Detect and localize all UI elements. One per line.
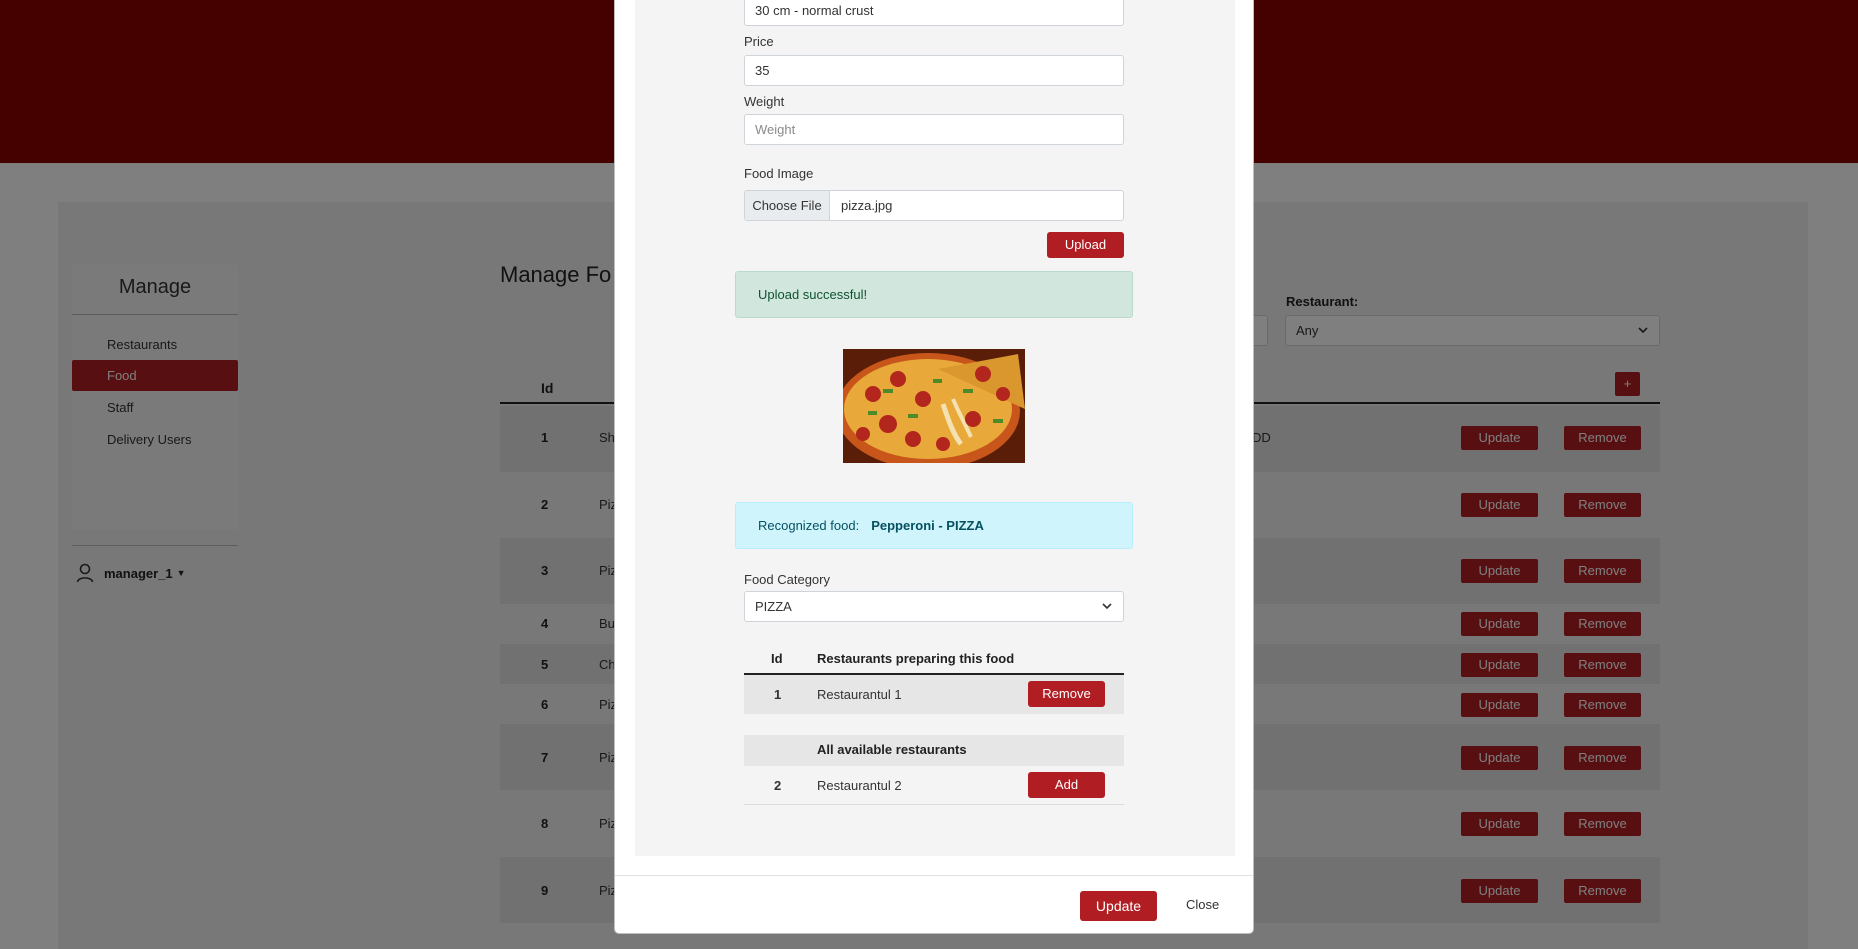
chevron-down-icon: [1102, 603, 1112, 610]
edit-food-modal: 30 cm - normal crust Price 35 Weight Wei…: [614, 0, 1254, 934]
available-restaurants-header: All available restaurants: [744, 735, 1124, 766]
add-restaurant-button[interactable]: Add: [1028, 772, 1105, 798]
file-input[interactable]: Choose File pizza.jpg: [744, 190, 1124, 221]
table-row: 2 Restaurantul 2 Add: [744, 766, 1124, 805]
recognized-food-alert: Recognized food: Pepperoni - PIZZA: [735, 502, 1133, 549]
recognized-label: Recognized food:: [758, 518, 860, 533]
row-id: 1: [774, 687, 782, 702]
upload-success-alert: Upload successful!: [735, 271, 1133, 318]
food-category-value: PIZZA: [755, 599, 792, 614]
food-category-select[interactable]: PIZZA: [744, 591, 1124, 622]
id-column-header: Id: [771, 651, 783, 666]
row-id: 2: [774, 778, 782, 793]
food-image-preview: [843, 349, 1025, 463]
row-name: Restaurantul 1: [817, 687, 902, 702]
row-name: Restaurantul 2: [817, 778, 902, 793]
price-input[interactable]: 35: [744, 55, 1124, 86]
recognized-value: Pepperoni - PIZZA: [871, 518, 984, 533]
modal-body: 30 cm - normal crust Price 35 Weight Wei…: [635, 0, 1235, 856]
remove-restaurant-button[interactable]: Remove: [1028, 681, 1105, 707]
restaurants-table-header: Id Restaurants preparing this food: [744, 644, 1124, 675]
choose-file-button[interactable]: Choose File: [745, 191, 830, 220]
modal-footer-divider: [615, 875, 1253, 876]
available-column-header: All available restaurants: [817, 742, 967, 757]
table-row: 1 Restaurantul 1 Remove: [744, 675, 1124, 714]
upload-button[interactable]: Upload: [1047, 232, 1124, 258]
weight-label: Weight: [744, 94, 785, 109]
preparing-column-header: Restaurants preparing this food: [817, 651, 1015, 666]
update-food-button[interactable]: Update: [1080, 891, 1157, 921]
food-category-label: Food Category: [744, 572, 830, 587]
weight-input[interactable]: Weight: [744, 114, 1124, 145]
food-image-label: Food Image: [744, 166, 814, 181]
pizza-image: [843, 349, 1025, 463]
description-input[interactable]: 30 cm - normal crust: [744, 0, 1124, 26]
file-name: pizza.jpg: [841, 198, 893, 213]
close-button[interactable]: Close: [1186, 897, 1219, 912]
price-label: Price: [744, 34, 774, 49]
